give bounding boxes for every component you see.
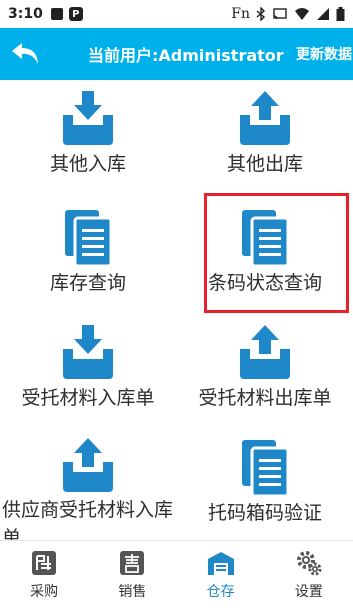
warehouse-icon xyxy=(207,552,234,575)
app-bar: 当前用户:Administrator 更新数据 xyxy=(0,28,353,80)
nav-label: 设置 xyxy=(294,584,323,600)
menu-item-consigned-material-inbound[interactable]: 受托材料入库单 xyxy=(0,311,176,436)
status-bar: 3:10 P Fn xyxy=(0,0,353,28)
menu-item-label: 受托材料出库单 xyxy=(198,387,332,409)
purchase-icon xyxy=(32,551,57,575)
gear-icon xyxy=(296,551,322,576)
selection-highlight xyxy=(204,193,349,313)
menu-item-label: 库存查询 xyxy=(49,272,126,294)
nav-label: 采购 xyxy=(30,584,59,600)
nav-item-settings[interactable]: 设置 xyxy=(265,541,353,611)
bluetooth-icon xyxy=(256,7,266,21)
notification-icon xyxy=(50,8,63,20)
tray-arrow-up-icon xyxy=(235,321,295,381)
menu-item-consigned-material-outbound[interactable]: 受托材料出库单 xyxy=(177,311,353,436)
fn-indicator: Fn xyxy=(231,6,250,22)
nav-label: 仓存 xyxy=(206,584,235,600)
menu-item-label: 供应商受托材料入库单 xyxy=(2,499,174,540)
nav-item-sales[interactable]: 销售 xyxy=(88,541,176,611)
menu-item-label: 其他入库 xyxy=(49,153,126,175)
status-time: 3:10 xyxy=(8,6,43,22)
menu-item-label: 托码箱码验证 xyxy=(207,502,322,524)
tray-arrow-up-icon xyxy=(235,87,295,147)
back-arrow-icon xyxy=(12,43,38,64)
menu-item-label: 其他出库 xyxy=(226,153,303,175)
signal-icon xyxy=(317,8,329,20)
nav-label: 销售 xyxy=(118,584,147,600)
menu-item-label: 受托材料入库单 xyxy=(21,387,155,409)
p-badge-icon: P xyxy=(68,7,83,21)
document-icon xyxy=(235,436,295,496)
menu-item-supplier-consigned-inbound[interactable]: 供应商受托材料入库单 xyxy=(0,426,176,540)
tray-arrow-down-icon xyxy=(58,321,118,381)
nav-item-warehouse[interactable]: 仓存 xyxy=(177,541,265,611)
page-title: 当前用户:Administrator xyxy=(88,46,284,65)
nav-item-purchase[interactable]: 采购 xyxy=(0,541,88,611)
menu-item-other-outbound[interactable]: 其他出库 xyxy=(177,80,353,202)
menu-item-inventory-query[interactable]: 库存查询 xyxy=(0,196,176,321)
menu-item-other-inbound[interactable]: 其他入库 xyxy=(0,80,176,202)
document-icon xyxy=(58,206,118,266)
battery-icon xyxy=(336,7,345,21)
cast-icon xyxy=(273,8,287,20)
tray-arrow-down-icon xyxy=(58,87,118,147)
back-button[interactable] xyxy=(0,28,50,80)
wifi-icon xyxy=(295,8,309,20)
sync-data-button[interactable]: 更新数据 xyxy=(296,44,352,64)
tray-arrow-up-icon xyxy=(58,436,118,494)
menu-item-pallet-box-code-verify[interactable]: 托码箱码验证 xyxy=(177,426,353,540)
bottom-nav: 采购 销售 仓存 设置 xyxy=(0,540,353,611)
sales-icon xyxy=(120,551,145,575)
